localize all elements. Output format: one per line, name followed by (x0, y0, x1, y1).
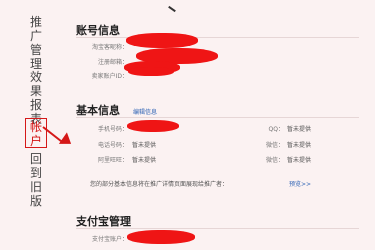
field-label-seller-id: 卖家账户ID： (91, 73, 128, 80)
profile-visibility-note: 您的部分基本信息将在推广详情页面展现给推广者： (90, 181, 229, 188)
field-value-wechat-2: 暂未提供 (287, 157, 312, 164)
field-value-wechat: 暂未提供 (287, 142, 312, 149)
field-label-wechat-2: 微信： (265, 157, 284, 164)
redaction-mark (127, 230, 195, 244)
alipay-section-title: 支付宝管理 (76, 215, 131, 228)
nav-item-old-version[interactable]: 回到旧版 (30, 152, 44, 208)
field-value-phone: 暂未提供 (132, 142, 157, 149)
basic-divider (76, 117, 359, 118)
alipay-divider (76, 228, 359, 229)
redaction-mark (127, 120, 179, 132)
edit-info-link[interactable]: 编辑信息 (133, 107, 157, 116)
field-label-mobile: 手机号码： (97, 126, 128, 133)
field-label-nickname: 淘宝客昵称： (91, 44, 128, 51)
field-value-wangwang: 暂未提供 (132, 157, 157, 164)
account-section-title: 账号信息 (76, 24, 120, 37)
redaction-mark (126, 33, 198, 48)
field-label-email: 注册邮箱： (97, 59, 128, 66)
preview-link[interactable]: 预览>> (289, 179, 311, 188)
account-page: 推广管理 效果报表 帐户 回到旧版 账号信息 淘宝客昵称： 注册邮箱： 卖家账户… (0, 0, 375, 250)
left-nav: 推广管理 效果报表 帐户 回到旧版 (0, 0, 76, 250)
active-nav-highlight-box (25, 118, 47, 148)
field-label-phone: 电话号码： (97, 142, 128, 149)
field-value-qq: 暂未提供 (287, 126, 312, 133)
annotation-arrow-icon (58, 132, 76, 150)
cursor-icon (168, 5, 176, 13)
field-label-qq: QQ： (268, 126, 284, 133)
field-label-alipay-account: 支付宝账户： (91, 236, 128, 243)
field-label-wechat: 微信： (265, 142, 284, 149)
account-divider (76, 37, 359, 38)
redaction-mark (128, 67, 174, 76)
nav-item-promotion[interactable]: 推广管理 (30, 15, 44, 71)
basic-section-title: 基本信息 (76, 104, 120, 117)
field-label-wangwang: 阿里旺旺： (97, 157, 128, 164)
